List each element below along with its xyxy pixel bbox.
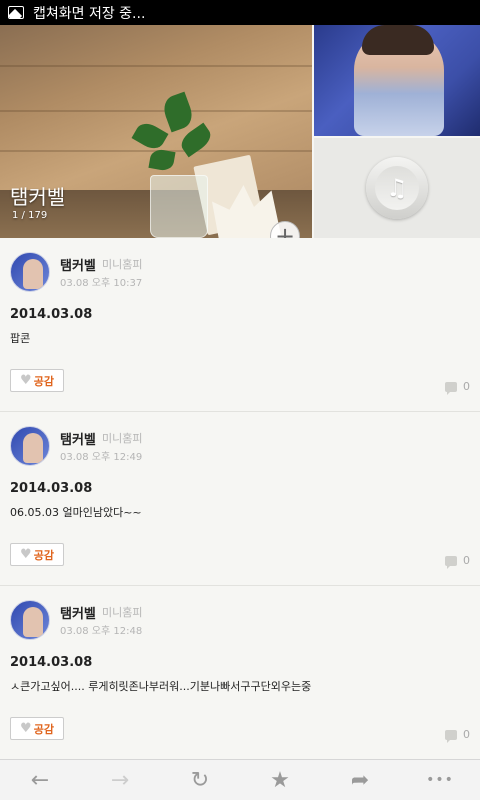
- post-item: 탬커벨 미니홈피 03.08 오후 12:49 2014.03.08 06.05…: [0, 412, 480, 586]
- post-body: 팝콘: [10, 332, 31, 345]
- post-item: 탬커벨 미니홈피 03.08 오후 10:37 2014.03.08 팝콘 ♥ 공…: [0, 238, 480, 412]
- post-time: 03.08 오후 12:49: [60, 452, 143, 463]
- image-icon: [8, 6, 24, 19]
- comment-icon: [445, 729, 457, 743]
- person-hair: [362, 25, 434, 55]
- photo-counter: 1 / 179: [12, 210, 48, 221]
- comment-count-value: 0: [463, 554, 470, 567]
- comment-icon: [445, 381, 457, 395]
- forward-button[interactable]: →: [90, 760, 150, 800]
- heart-icon: ♥: [20, 721, 32, 736]
- back-button[interactable]: ←: [10, 760, 70, 800]
- refresh-button[interactable]: ↻: [170, 760, 230, 800]
- post-source: 미니홈피: [102, 606, 143, 619]
- cover-title: 탬커벨: [10, 185, 66, 209]
- music-note-icon: ♫: [386, 174, 408, 202]
- bookmark-button[interactable]: ★: [250, 760, 310, 800]
- post-list: 탬커벨 미니홈피 03.08 오후 10:37 2014.03.08 팝콘 ♥ 공…: [0, 238, 480, 760]
- comment-count[interactable]: 0: [445, 554, 470, 569]
- profile-photo[interactable]: [314, 25, 480, 136]
- refresh-icon: ↻: [190, 767, 210, 793]
- avatar[interactable]: [10, 252, 50, 292]
- share-icon: ➦: [350, 767, 370, 793]
- star-icon: ★: [270, 767, 290, 793]
- wood-grain: [0, 65, 312, 67]
- like-button[interactable]: ♥ 공감: [10, 543, 64, 566]
- post-time: 03.08 오후 10:37: [60, 278, 143, 289]
- post-date: 2014.03.08: [10, 655, 93, 670]
- post-body: ㅅ큰가고싶어.... 루게히릿존나부러워...기분나빠서구구단외우는중: [10, 680, 312, 693]
- plant-leaf: [148, 148, 176, 172]
- like-button[interactable]: ♥ 공감: [10, 717, 64, 740]
- post-time: 03.08 오후 12:48: [60, 626, 143, 637]
- post-author[interactable]: 탬커벨: [60, 603, 96, 622]
- post-author[interactable]: 탬커벨: [60, 255, 96, 274]
- like-label: 공감: [33, 722, 54, 736]
- post-date: 2014.03.08: [10, 307, 93, 322]
- cover-photo[interactable]: 탬커벨 1 / 179 +: [0, 25, 312, 238]
- wood-grain: [0, 110, 312, 112]
- music-player[interactable]: ♫: [314, 138, 480, 238]
- glass-vase: [150, 175, 208, 238]
- comment-count[interactable]: 0: [445, 380, 470, 395]
- comment-count-value: 0: [463, 728, 470, 741]
- status-bar: 캡쳐화면 저장 중...: [0, 0, 480, 25]
- comment-count-value: 0: [463, 380, 470, 393]
- heart-icon: ♥: [20, 547, 32, 562]
- plant-leaf: [159, 91, 197, 133]
- plant-leaf: [131, 118, 169, 154]
- avatar[interactable]: [10, 426, 50, 466]
- post-source: 미니홈피: [102, 258, 143, 271]
- like-label: 공감: [33, 374, 54, 388]
- music-button[interactable]: ♫: [366, 157, 428, 219]
- post-author[interactable]: 탬커벨: [60, 429, 96, 448]
- more-button[interactable]: •••: [410, 760, 470, 800]
- browser-navbar: ← → ↻ ★ ➦ •••: [0, 759, 480, 800]
- arrow-right-icon: →: [110, 767, 130, 793]
- arrow-left-icon: ←: [30, 767, 50, 793]
- share-button[interactable]: ➦: [330, 760, 390, 800]
- post-item: 탬커벨 미니홈피 03.08 오후 12:48 2014.03.08 ㅅ큰가고싶…: [0, 586, 480, 760]
- heart-icon: ♥: [20, 373, 32, 388]
- more-icon: •••: [426, 772, 454, 788]
- post-date: 2014.03.08: [10, 481, 93, 496]
- post-source: 미니홈피: [102, 432, 143, 445]
- like-button[interactable]: ♥ 공감: [10, 369, 64, 392]
- plus-icon: +: [274, 222, 296, 238]
- like-label: 공감: [33, 548, 54, 562]
- comment-count[interactable]: 0: [445, 728, 470, 743]
- profile-header: 탬커벨 1 / 179 + ♫: [0, 25, 480, 238]
- comment-icon: [445, 555, 457, 569]
- post-body: 06.05.03 얼마인남았다~~: [10, 506, 142, 519]
- avatar[interactable]: [10, 600, 50, 640]
- status-notification-text: 캡쳐화면 저장 중...: [33, 5, 146, 22]
